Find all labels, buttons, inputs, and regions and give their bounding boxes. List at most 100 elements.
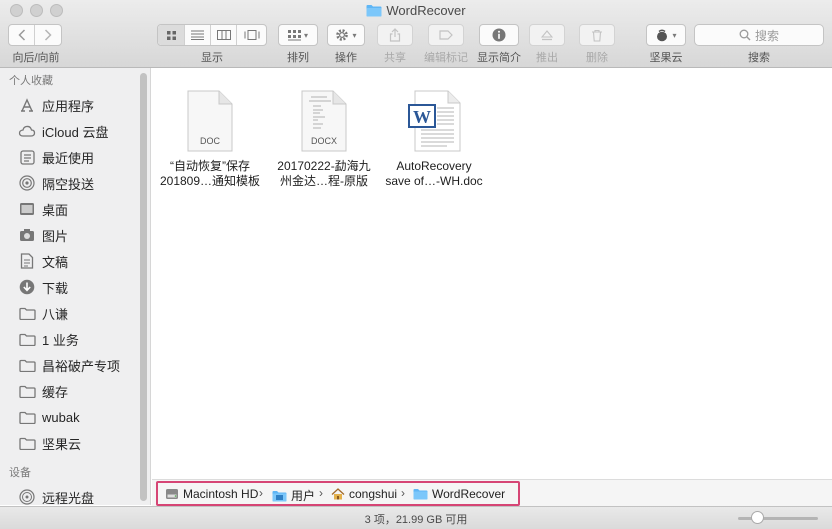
gallery-icon — [244, 30, 259, 40]
sidebar-item-label: 1 业务 — [42, 332, 79, 348]
back-forward-control — [8, 24, 62, 46]
sidebar-item-remote-disc[interactable]: 远程光盘 — [0, 484, 150, 505]
favorites-header: 个人收藏 — [9, 75, 53, 87]
back-button[interactable] — [9, 25, 36, 45]
download-icon — [18, 279, 36, 295]
file-type-badge: DOCX — [311, 136, 337, 146]
sidebar-item-label: 坚果云 — [42, 436, 82, 452]
sidebar-item-business[interactable]: 1 业务 — [0, 326, 150, 352]
arrange-icon — [287, 29, 301, 40]
delete-label: 删除 — [586, 52, 608, 64]
chevron-left-icon — [17, 29, 25, 41]
folder-icon — [18, 435, 36, 451]
folder-icon — [18, 357, 36, 373]
eject-icon — [541, 29, 553, 40]
file-name-line2: 州金达…程-原版 — [280, 174, 368, 188]
trash-icon — [592, 29, 602, 42]
sidebar-item-label: wubak — [42, 409, 80, 425]
camera-icon — [18, 227, 36, 243]
chevron-down-icon: ▾ — [672, 30, 677, 40]
toolbar: WordRecover 向后/向前 显示 ▾ 排列 ▾ 操作 共享 编辑标记 显… — [0, 0, 832, 68]
folder-icon — [18, 305, 36, 321]
airdrop-icon — [18, 175, 36, 191]
columns-icon — [216, 30, 231, 40]
search-placeholder: 搜索 — [754, 28, 779, 43]
file-browser: DOC “自动恢复”保存 201809…通知模板 DOCX 20170222-勐… — [152, 68, 832, 479]
applications-icon — [18, 97, 36, 113]
edit-tags-label: 编辑标记 — [424, 52, 468, 64]
get-info-button[interactable] — [479, 24, 519, 46]
icon-view-button[interactable] — [158, 25, 184, 45]
sidebar-item-documents[interactable]: 文稿 — [0, 248, 150, 274]
sidebar-item-recents[interactable]: 最近使用 — [0, 144, 150, 170]
action-button[interactable]: ▾ — [327, 24, 365, 46]
slider-knob[interactable] — [751, 511, 764, 524]
file-item[interactable]: W AutoRecovery save of…-WH.doc — [379, 74, 489, 189]
sidebar-item-icloud[interactable]: iCloud 云盘 — [0, 118, 150, 144]
nut-icon — [657, 29, 668, 42]
sidebar-item-label: 最近使用 — [42, 150, 95, 166]
documents-icon — [18, 253, 36, 269]
eject-label: 推出 — [536, 52, 558, 64]
edit-tags-button[interactable] — [428, 24, 464, 46]
svg-text:W: W — [413, 107, 431, 127]
sidebar-item-label: 缓存 — [42, 384, 69, 400]
column-view-button[interactable] — [210, 25, 236, 45]
sidebar-item-jianguoyun[interactable]: 坚果云 — [0, 430, 150, 456]
sidebar-item-label: 桌面 — [42, 202, 69, 218]
sidebar-item-airdrop[interactable]: 隔空投送 — [0, 170, 150, 196]
folder-icon — [366, 4, 382, 20]
forward-button[interactable] — [35, 25, 61, 45]
search-icon — [739, 29, 751, 41]
sidebar-item-desktop[interactable]: 桌面 — [0, 196, 150, 222]
list-icon — [191, 30, 204, 40]
sidebar-item-baqian[interactable]: 八谦 — [0, 300, 150, 326]
desktop-icon — [18, 201, 36, 217]
folder-icon — [18, 409, 36, 425]
sidebar-scrollbar[interactable] — [140, 73, 147, 501]
arrange-button[interactable]: ▾ — [278, 24, 318, 46]
eject-button[interactable] — [529, 24, 565, 46]
file-item[interactable]: DOC “自动恢复”保存 201809…通知模板 — [155, 74, 265, 189]
status-bar: 3 项，21.99 GB 可用 — [0, 506, 832, 529]
folder-icon — [18, 383, 36, 399]
sidebar-item-applications[interactable]: 应用程序 — [0, 92, 150, 118]
sidebar-item-pictures[interactable]: 图片 — [0, 222, 150, 248]
gear-icon — [336, 29, 349, 41]
docx-file-icon: DOCX — [269, 74, 379, 152]
sidebar-item-label: 文稿 — [42, 254, 69, 270]
path-highlight-box — [156, 481, 520, 506]
chevron-down-icon: ▾ — [303, 30, 308, 40]
folder-icon — [18, 331, 36, 347]
delete-button[interactable] — [579, 24, 615, 46]
share-button[interactable] — [377, 24, 413, 46]
sidebar-item-wubak[interactable]: wubak — [0, 404, 150, 430]
cloud-icon — [18, 123, 36, 139]
icon-size-slider[interactable] — [738, 517, 818, 520]
file-item[interactable]: DOCX 20170222-勐海九 州金达…程-原版 — [269, 74, 379, 189]
file-name-line1: AutoRecovery — [396, 159, 472, 173]
get-info-label: 显示简介 — [477, 52, 521, 64]
nav-label: 向后/向前 — [12, 52, 60, 64]
search-input[interactable]: 搜索 — [694, 24, 824, 46]
view-mode-control — [157, 24, 267, 46]
info-icon — [492, 28, 506, 42]
status-text: 3 项，21.99 GB 可用 — [364, 514, 468, 526]
sidebar-item-changyu[interactable]: 昌裕破产专项 — [0, 352, 150, 378]
sidebar: 个人收藏 应用程序 iCloud 云盘 最近使用 隔空投送 桌面 图片 文稿 下… — [0, 68, 151, 505]
sidebar-item-label: 八谦 — [42, 306, 69, 322]
jianguoyun-button[interactable]: ▾ — [646, 24, 686, 46]
gallery-view-button[interactable] — [236, 25, 266, 45]
word-document-icon: W — [379, 74, 489, 152]
file-name-line2: save of…-WH.doc — [385, 174, 483, 188]
sidebar-item-label: 图片 — [42, 228, 69, 244]
view-label: 显示 — [201, 52, 223, 64]
sidebar-item-cache[interactable]: 缓存 — [0, 378, 150, 404]
share-icon — [389, 28, 401, 42]
list-view-button[interactable] — [184, 25, 210, 45]
sidebar-item-label: 隔空投送 — [42, 176, 95, 192]
tag-icon — [439, 30, 453, 40]
disc-icon — [18, 489, 36, 505]
sidebar-item-downloads[interactable]: 下载 — [0, 274, 150, 300]
file-name-line1: “自动恢复”保存 — [170, 159, 250, 173]
